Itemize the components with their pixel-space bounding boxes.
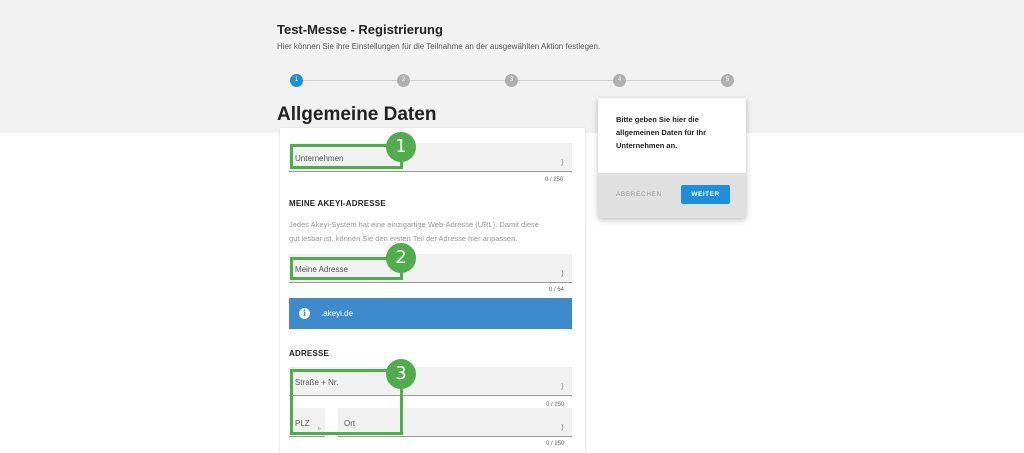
cancel-button[interactable]: ABBRECHEN <box>616 191 662 198</box>
step-4[interactable]: 4 <box>613 74 626 87</box>
url-section-title: MEINE AKEYI-ADRESSE <box>289 199 386 208</box>
page-header: Test-Messe - Registrierung Hier können S… <box>277 22 600 51</box>
next-button[interactable]: WEITER <box>681 185 730 204</box>
domain-suffix: .akeyi.de <box>321 309 354 318</box>
annotation-marker-2: 2 <box>386 243 416 273</box>
page-subtitle: Hier können Sie ihre Einstellungen für d… <box>277 42 601 51</box>
step-5[interactable]: 5 <box>721 74 734 87</box>
text-cursor-icon: ⟩ <box>560 269 564 278</box>
info-icon: i <box>299 308 310 319</box>
step-2[interactable]: 2 <box>397 74 410 87</box>
section-title: Allgemeine Daten <box>277 104 437 125</box>
dialog-text: Bitte geben Sie hier die allgemeinen Dat… <box>616 115 707 150</box>
city-counter: 0 / 250 <box>546 441 565 447</box>
page-title: Test-Messe - Registrierung <box>277 22 443 37</box>
url-help-line-1: Jedes Akeyi-System hat eine einzigartige… <box>289 220 539 229</box>
top-background <box>0 0 1024 133</box>
info-dialog: Bitte geben Sie hier die allgemeinen Dat… <box>598 98 746 218</box>
step-3[interactable]: 3 <box>505 74 518 87</box>
company-counter: 0 / 250 <box>545 177 564 183</box>
step-1[interactable]: 1 <box>290 74 303 87</box>
address-url-counter: 0 / 64 <box>549 287 565 293</box>
url-help-text: Jedes Akeyi-System hat eine einzigartige… <box>289 218 579 246</box>
address-section-title: ADRESSE <box>289 349 330 358</box>
dialog-footer: ABBRECHEN WEITER <box>598 173 746 218</box>
text-cursor-icon: ⟩ <box>560 382 564 391</box>
text-cursor-icon: ⟩ <box>560 158 564 167</box>
url-help-line-2: gut lesbar ist, können Sie den ersten Te… <box>289 234 518 243</box>
domain-info-bar: i .akeyi.de <box>289 298 572 329</box>
stepper: 1 2 3 4 5 <box>290 74 736 88</box>
annotation-marker-3: 3 <box>386 359 416 389</box>
text-cursor-icon: ⟩ <box>560 423 564 432</box>
annotation-marker-1: 1 <box>386 132 416 162</box>
